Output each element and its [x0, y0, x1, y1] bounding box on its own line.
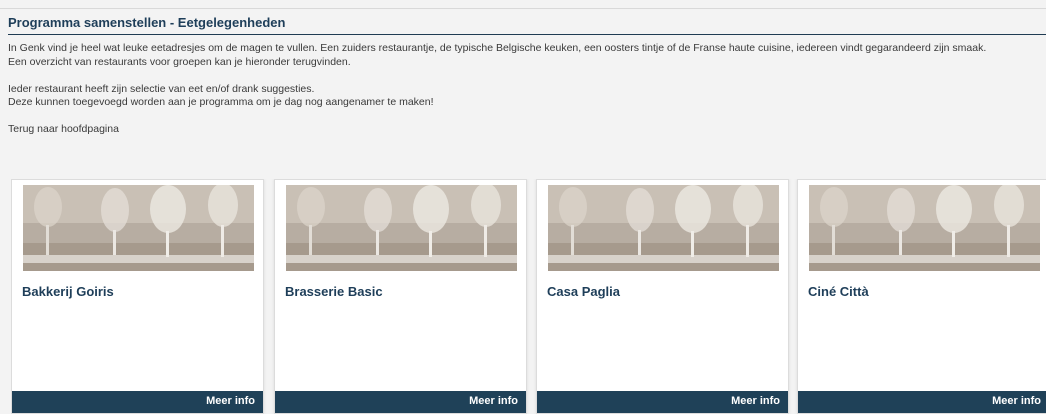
card-title: Ciné Città — [808, 284, 869, 299]
more-info-button[interactable]: Meer info — [12, 391, 263, 413]
page-title: Programma samenstellen - Eetgelegenheden — [8, 15, 286, 30]
intro-line-2: Een overzicht van restaurants voor groep… — [8, 55, 351, 68]
intro-line-1: In Genk vind je heel wat leuke eetadresj… — [8, 42, 987, 54]
more-info-label: Meer info — [731, 395, 780, 407]
restaurant-cards: Bakkerij Goiris Meer info Brasserie Basi… — [11, 179, 1046, 414]
more-info-button[interactable]: Meer info — [537, 391, 788, 413]
card-title: Brasserie Basic — [285, 284, 383, 299]
wine-glasses-photo — [23, 185, 254, 271]
more-info-label: Meer info — [469, 395, 518, 407]
back-to-home-link[interactable]: Terug naar hoofdpagina — [8, 123, 119, 135]
top-divider — [0, 8, 1046, 9]
restaurant-card[interactable]: Casa Paglia Meer info — [536, 179, 789, 414]
more-info-button[interactable]: Meer info — [275, 391, 526, 413]
more-info-label: Meer info — [992, 395, 1041, 407]
intro-line-3: Ieder restaurant heeft zijn selectie van… — [8, 82, 315, 95]
page-header: Programma samenstellen - Eetgelegenheden — [8, 14, 1046, 35]
wine-glasses-photo — [809, 185, 1040, 271]
restaurant-card[interactable]: Bakkerij Goiris Meer info — [11, 179, 264, 414]
wine-glasses-photo — [286, 185, 517, 271]
intro-line-4: Deze kunnen toegevoegd worden aan je pro… — [8, 96, 434, 108]
restaurant-card[interactable]: Brasserie Basic Meer info — [274, 179, 527, 414]
more-info-label: Meer info — [206, 395, 255, 407]
card-title: Bakkerij Goiris — [22, 284, 114, 299]
card-title: Casa Paglia — [547, 284, 620, 299]
restaurant-card[interactable]: Ciné Città Meer info — [797, 179, 1046, 414]
intro-text: In Genk vind je heel wat leuke eetadresj… — [8, 42, 1038, 137]
wine-glasses-photo — [548, 185, 779, 271]
more-info-button[interactable]: Meer info — [798, 391, 1046, 413]
